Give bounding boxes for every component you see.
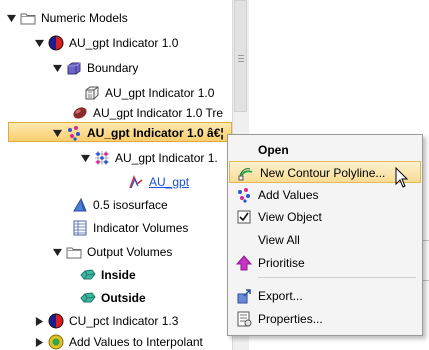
tree-node-isosurface[interactable]: 0.5 isosurface: [72, 195, 168, 215]
scrollbar-grip: [238, 61, 244, 62]
expand-down-icon[interactable]: [52, 247, 62, 257]
tree-node-cu-pct-indicator[interactable]: CU_pct Indicator 1.3: [34, 311, 178, 331]
expand-right-icon[interactable]: [34, 337, 44, 347]
expand-down-icon[interactable]: [6, 13, 16, 23]
expand-down-icon[interactable]: [52, 63, 62, 73]
menu-item-add-values[interactable]: Add Values: [228, 184, 422, 206]
tree-node-add-values-interpolant[interactable]: Add Values to Interpolant: [34, 332, 203, 350]
numeric-model-icon: [48, 35, 64, 51]
tree-node-label: AU_gpt Indicator 1.0: [69, 36, 179, 50]
menu-item-view-object[interactable]: View Object: [228, 206, 422, 228]
tree-node-label: Add Values to Interpolant: [69, 335, 203, 349]
expand-down-icon[interactable]: [80, 153, 90, 163]
tree-node-label: Indicator Volumes: [93, 221, 189, 235]
points-grid-icon: [94, 150, 110, 166]
scrollbar-thumb[interactable]: [234, 0, 247, 112]
mesh-icon: [84, 85, 100, 101]
tree-node-numeric-models[interactable]: Numeric Models: [6, 8, 128, 28]
boundary-icon: [66, 60, 82, 76]
tree-node-inside[interactable]: Inside: [80, 265, 136, 285]
tree-node-au-gpt-polyline[interactable]: AU_gpt: [128, 172, 189, 192]
menu-item-properties[interactable]: Properties...: [228, 308, 422, 330]
points-icon: [66, 125, 82, 141]
trend-icon: [72, 105, 88, 121]
menu-item-label: Export...: [258, 289, 303, 303]
menu-item-label: View Object: [258, 210, 322, 224]
expand-down-icon[interactable]: [34, 38, 44, 48]
volume-icon: [80, 267, 96, 283]
add-values-icon: [236, 187, 252, 203]
tree-node-label: AU_gpt Indicator 1.0 Tre: [93, 106, 224, 120]
mouse-cursor-icon: [395, 166, 409, 189]
menu-item-label: New Contour Polyline...: [260, 166, 386, 180]
tree-node-label: 0.5 isosurface: [93, 198, 168, 212]
polyline-icon: [128, 174, 144, 190]
menu-item-view-all[interactable]: View All: [228, 229, 422, 251]
menu-item-label: Prioritise: [258, 256, 305, 270]
scrollbar-grip: [238, 55, 244, 56]
menu-item-export[interactable]: Export...: [228, 285, 422, 307]
tree-node-label: Numeric Models: [41, 11, 128, 25]
volume-icon: [80, 290, 96, 306]
context-menu: Open New Contour Polyline... Add Values …: [227, 134, 423, 336]
tree-node-output-volumes[interactable]: Output Volumes: [52, 242, 172, 262]
tree-node-indicator-volumes[interactable]: Indicator Volumes: [72, 218, 188, 238]
checkbox-checked-icon: [236, 209, 252, 225]
scrollbar-grip: [238, 58, 244, 59]
tree-node-boundary-mesh[interactable]: AU_gpt Indicator 1.0: [84, 83, 214, 103]
tree-node-label: Outside: [101, 291, 146, 305]
tree-node-label: CU_pct Indicator 1.3: [69, 314, 179, 328]
menu-item-new-contour-polyline[interactable]: New Contour Polyline...: [229, 161, 421, 183]
menu-separator: [258, 277, 416, 278]
tree-node-label: AU_gpt: [149, 175, 190, 189]
tree-node-outside[interactable]: Outside: [80, 288, 146, 308]
tree-node-label: AU_gpt Indicator 1.: [115, 151, 218, 165]
contour-polyline-icon: [238, 165, 254, 181]
tree-node-trend[interactable]: AU_gpt Indicator 1.0 Tre: [72, 103, 223, 123]
folder-icon: [20, 10, 36, 26]
tree-node-label: Boundary: [87, 61, 139, 75]
tree-node-boundary[interactable]: Boundary: [52, 58, 138, 78]
menu-item-label: Open: [258, 143, 289, 157]
table-icon: [72, 220, 88, 236]
expand-down-icon[interactable]: [52, 128, 62, 138]
menu-item-open[interactable]: Open: [228, 139, 422, 161]
tree-node-au-gpt-indicator[interactable]: AU_gpt Indicator 1.0: [34, 33, 178, 53]
add-values-icon: [48, 334, 64, 350]
isosurface-icon: [72, 197, 88, 213]
tree-node-label: Output Volumes: [87, 245, 173, 259]
export-icon: [236, 288, 252, 304]
menu-item-prioritise[interactable]: Prioritise: [228, 252, 422, 274]
menu-item-label: View All: [258, 233, 300, 247]
project-tree: Numeric Models AU_gpt Indicator 1.0 Boun…: [0, 0, 232, 350]
properties-icon: [236, 311, 252, 327]
menu-item-label: Add Values: [258, 188, 319, 202]
tree-node-label: AU_gpt Indicator 1.0: [105, 86, 215, 100]
up-arrow-icon: [235, 255, 253, 271]
tree-node-au-gpt-values[interactable]: AU_gpt Indicator 1.0 â€¦: [52, 123, 224, 143]
tree-node-label: AU_gpt Indicator 1.0 â€¦: [87, 126, 224, 140]
menu-item-label: Properties...: [258, 312, 323, 326]
tree-node-label: Inside: [101, 268, 136, 282]
folder-icon: [66, 244, 82, 260]
expand-right-icon[interactable]: [34, 316, 44, 326]
numeric-model-icon: [48, 313, 64, 329]
tree-node-points-grid[interactable]: AU_gpt Indicator 1.: [80, 148, 218, 168]
